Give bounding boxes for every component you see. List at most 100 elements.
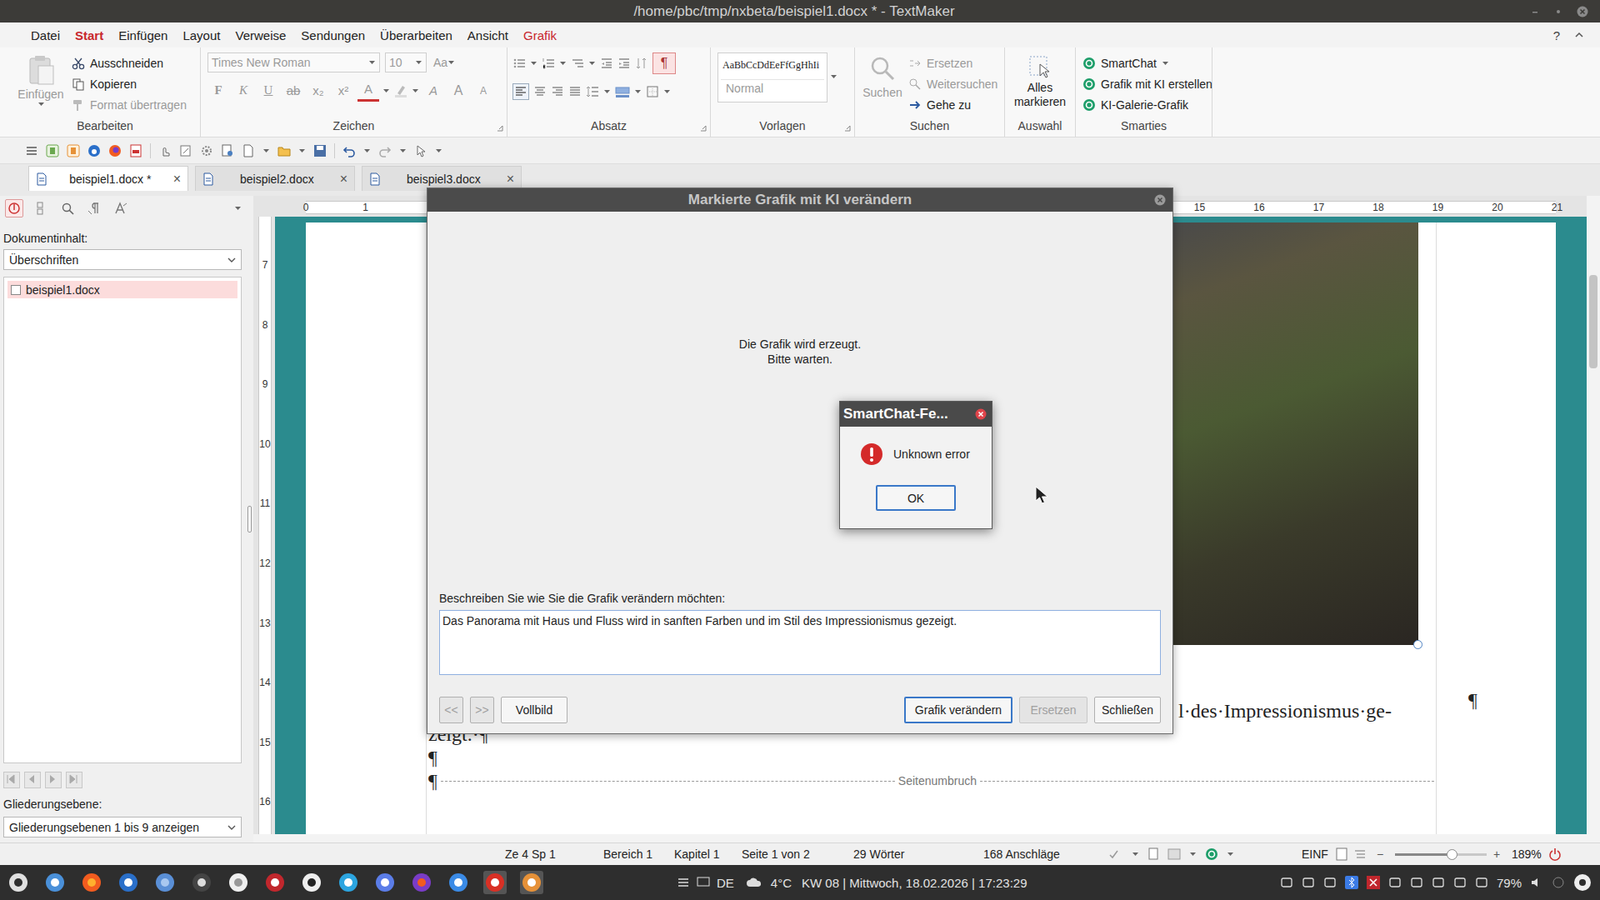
dropdown-arrow-icon[interactable]	[415, 59, 423, 66]
mail-icon[interactable]	[446, 870, 470, 895]
styles-icon[interactable]	[111, 199, 130, 218]
increase-indent-icon[interactable]	[617, 56, 631, 70]
close-icon[interactable]	[1154, 194, 1166, 206]
dropdown-arrow-icon[interactable]	[1189, 850, 1197, 858]
dropdown-arrow-icon[interactable]	[603, 88, 611, 95]
search-command[interactable]: Weitersuchen	[908, 73, 998, 95]
terminal-icon[interactable]	[190, 870, 214, 895]
edit-command[interactable]: Format übertragen	[71, 94, 187, 115]
dropdown-arrow-icon[interactable]	[1131, 850, 1140, 858]
content-select-value[interactable]: Überschriften	[9, 253, 79, 267]
horizontal-scrollbar[interactable]	[253, 834, 1587, 843]
command-label[interactable]: Grafik mit KI erstellen	[1100, 77, 1213, 91]
dropdown-arrow-icon[interactable]	[634, 88, 642, 95]
menu-tab[interactable]: Überarbeiten	[372, 28, 460, 43]
align-right-icon[interactable]	[550, 85, 565, 99]
command-label[interactable]: KI-Galerie-Grafik	[1100, 98, 1189, 112]
nav-button[interactable]: >>	[470, 696, 495, 724]
dropdown-arrow-icon[interactable]	[382, 87, 390, 95]
close-icon[interactable]	[1576, 5, 1589, 18]
dropdown-arrow-icon[interactable]	[227, 256, 236, 264]
lock-icon[interactable]	[1323, 875, 1337, 890]
planmaker-icon[interactable]	[66, 144, 80, 158]
document-settings-icon[interactable]	[220, 144, 235, 158]
magnifier-icon[interactable]	[868, 54, 897, 83]
command-label[interactable]: Ausschneiden	[90, 56, 164, 70]
presentations-icon[interactable]	[45, 144, 60, 158]
bullets-icon[interactable]	[512, 56, 526, 70]
save-icon[interactable]	[313, 144, 327, 158]
dropdown-arrow-icon[interactable]	[262, 147, 270, 155]
decrease-indent-icon[interactable]	[600, 56, 614, 70]
line-spacing-icon[interactable]	[585, 85, 600, 99]
undo-icon[interactable]	[342, 144, 356, 158]
font-family-field[interactable]: Times New Roman	[207, 52, 380, 73]
menu-label[interactable]: Verweise	[235, 28, 286, 43]
paste-button[interactable]: Einfügen	[15, 52, 67, 117]
pdf-icon[interactable]	[129, 144, 143, 158]
content-select[interactable]: Überschriften	[3, 249, 242, 270]
zoom-out-button[interactable]: −	[1376, 847, 1389, 861]
menu-tab[interactable]: Datei	[23, 28, 68, 43]
shading-icon[interactable]	[615, 85, 630, 99]
ai-icon[interactable]	[1082, 56, 1096, 70]
style-gallery[interactable]: AaBbCcDdEeFfGgHhIiNormal	[717, 52, 828, 103]
dropdown-arrow-icon[interactable]	[363, 147, 371, 155]
battery-level[interactable]: 79%	[1496, 875, 1522, 890]
font-size-field[interactable]: 10	[385, 52, 427, 73]
firefox-dev-icon[interactable]	[410, 870, 434, 895]
style-preview[interactable]: AaBbCcDdEeFfGgHhIi	[718, 53, 827, 78]
settings-icon[interactable]	[200, 144, 214, 158]
text-editor-icon[interactable]	[226, 870, 250, 895]
format-button[interactable]: A	[357, 79, 380, 102]
font-size-value[interactable]: 10	[389, 55, 403, 70]
weather-icon[interactable]	[745, 875, 765, 890]
command-label[interactable]: Ersetzen	[926, 56, 973, 70]
change-case-button[interactable]: Aa	[431, 52, 457, 73]
button-label[interactable]: Schließen	[1101, 703, 1154, 717]
nav-button[interactable]: Vollbild	[500, 696, 568, 724]
format-button[interactable]: x₂	[307, 80, 330, 101]
menu-label[interactable]: Einfügen	[118, 28, 168, 43]
filezilla-icon[interactable]	[263, 870, 287, 895]
tab-label[interactable]: beispiel1.docx *	[54, 172, 167, 186]
menu-tab[interactable]: Layout	[175, 28, 228, 43]
dropdown-arrow-icon[interactable]	[435, 147, 443, 155]
firefox-icon[interactable]	[108, 144, 122, 158]
tree-label[interactable]: beispiel1.docx	[25, 283, 100, 297]
menu-icon[interactable]	[25, 144, 39, 158]
menu-label[interactable]: Start	[75, 28, 104, 43]
pointer-icon[interactable]	[414, 144, 428, 158]
dropdown-arrow-icon[interactable]	[447, 59, 455, 66]
format-button[interactable]: K	[232, 80, 255, 101]
softmaker-icon[interactable]	[520, 870, 544, 895]
collapse-ribbon-icon[interactable]	[1573, 29, 1585, 41]
dialog-launcher-icon[interactable]	[844, 125, 851, 132]
battery-icon[interactable]	[1475, 875, 1489, 890]
paste-label[interactable]: Einfügen	[17, 87, 64, 101]
vertical-scrollbar[interactable]	[1586, 195, 1600, 843]
menu-tab[interactable]: Verweise	[227, 28, 294, 43]
previous-icon[interactable]	[24, 771, 41, 789]
edit-command[interactable]: Ausschneiden	[71, 52, 187, 74]
menu-label[interactable]: Überarbeiten	[380, 28, 453, 43]
dialog-button[interactable]: Schließen	[1094, 696, 1161, 724]
track-changes-icon[interactable]	[1147, 847, 1160, 861]
redo-icon[interactable]	[378, 144, 392, 158]
format-button[interactable]: A	[422, 80, 445, 101]
select-all-button[interactable]: Alles markieren	[1010, 52, 1070, 117]
select-all-icon[interactable]	[1027, 54, 1053, 80]
formatting-icon[interactable]	[85, 199, 104, 218]
clipboard-icon[interactable]	[25, 54, 56, 86]
format-button[interactable]: A	[472, 80, 495, 101]
smarties-command[interactable]: KI-Galerie-Grafik	[1082, 94, 1213, 115]
style-name[interactable]: Normal	[720, 79, 825, 97]
dropdown-arrow-icon[interactable]	[227, 824, 236, 831]
x-icon[interactable]	[1366, 875, 1380, 890]
button-label[interactable]: OK	[907, 491, 925, 505]
menu-tab[interactable]: Sendungen	[293, 28, 373, 43]
thunderbird-icon[interactable]	[87, 144, 101, 158]
resize-handle[interactable]	[1413, 640, 1423, 650]
styles-more-icon[interactable]	[830, 73, 838, 80]
menu-tab[interactable]: Ansicht	[460, 28, 516, 43]
